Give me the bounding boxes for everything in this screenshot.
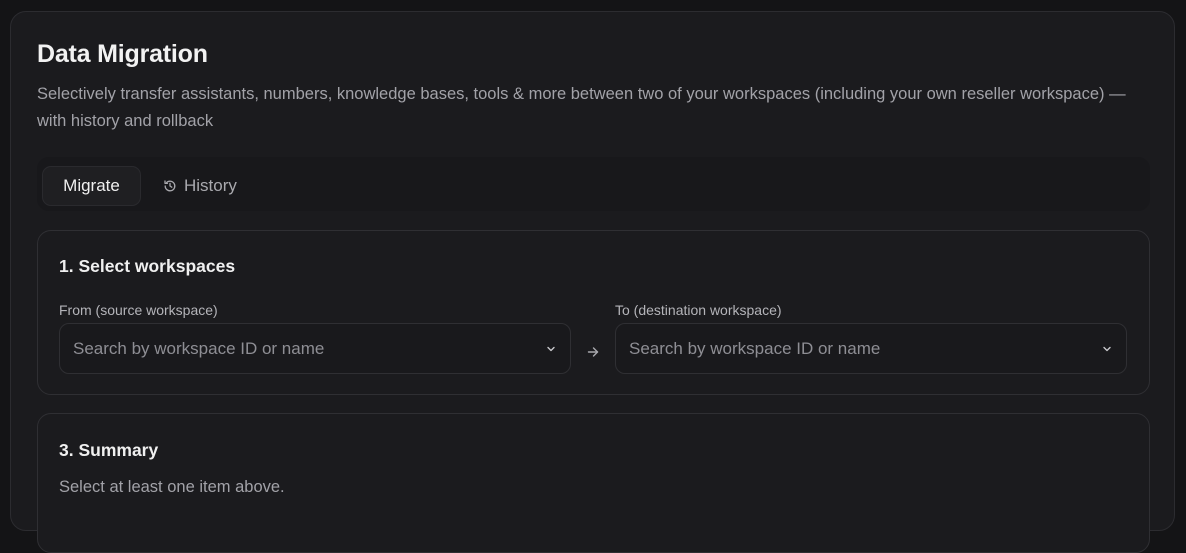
select-workspaces-title: 1. Select workspaces <box>59 256 236 276</box>
tab-history-label: History <box>184 176 237 195</box>
page-title: Data Migration <box>37 40 208 68</box>
source-workspace-label: From (source workspace) <box>59 302 218 318</box>
tab-history[interactable]: History <box>159 166 241 206</box>
migration-panel: Data Migration Selectively transfer assi… <box>10 11 1175 553</box>
select-workspaces-card: 1. Select workspaces From (source worksp… <box>37 230 1150 395</box>
tab-bar: Migrate History <box>37 157 1150 211</box>
chevron-down-icon <box>545 343 557 355</box>
tab-migrate[interactable]: Migrate <box>42 166 141 206</box>
summary-text: Select at least one item above. <box>59 478 285 496</box>
summary-title: 3. Summary <box>59 440 159 460</box>
destination-workspace-placeholder: Search by workspace ID or name <box>629 338 881 358</box>
tab-migrate-label: Migrate <box>63 176 120 195</box>
history-icon <box>163 179 177 193</box>
page-subtitle: Selectively transfer assistants, numbers… <box>37 85 1126 130</box>
chevron-down-icon <box>1101 343 1113 355</box>
summary-card: 3. Summary Select at least one item abov… <box>37 413 1150 553</box>
source-workspace-placeholder: Search by workspace ID or name <box>73 338 325 358</box>
destination-workspace-select[interactable]: Search by workspace ID or name <box>615 323 1127 374</box>
destination-workspace-label: To (destination workspace) <box>615 302 782 318</box>
arrow-right-icon <box>586 345 600 359</box>
source-workspace-select[interactable]: Search by workspace ID or name <box>59 323 571 374</box>
